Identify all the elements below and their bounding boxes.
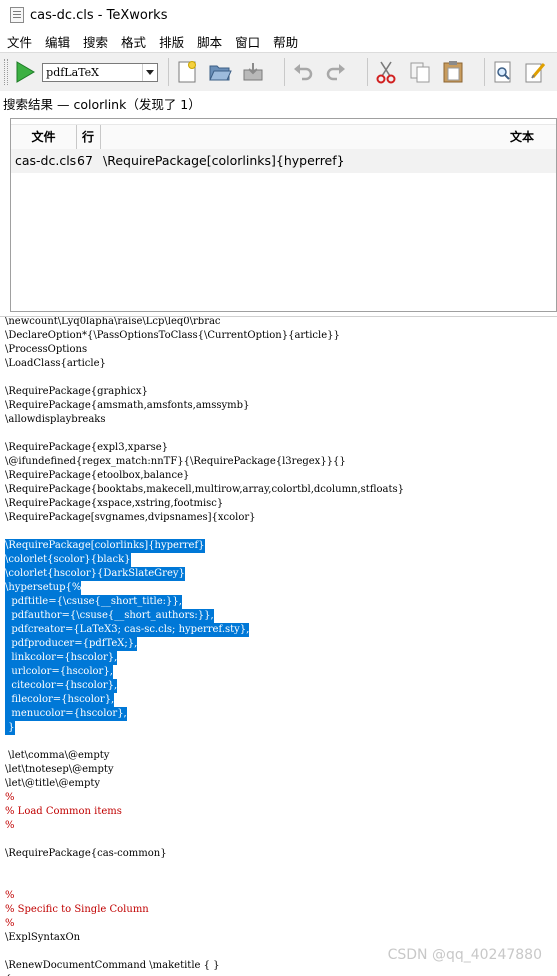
code-line: \colorlet{scolor}{black} <box>5 553 131 567</box>
replace-button[interactable] <box>524 58 548 86</box>
code-line: \hypersetup{% <box>5 581 82 595</box>
code-line: % Load Common items <box>5 806 122 817</box>
menu-typeset[interactable]: 排版 <box>152 32 190 51</box>
cut-button[interactable] <box>374 58 398 86</box>
menu-scripts[interactable]: 脚本 <box>190 32 228 51</box>
find-button[interactable] <box>491 58 515 86</box>
code-line: \RenewDocumentCommand \maketitle { } <box>5 960 220 971</box>
code-line: \let\@title\@empty <box>5 778 101 789</box>
menu-window[interactable]: 窗口 <box>228 32 266 51</box>
result-line: 67 <box>77 153 93 168</box>
paste-button[interactable] <box>441 58 465 86</box>
save-icon <box>243 63 263 81</box>
code-line: \@ifundefined{regex_match:nnTF}{\Require… <box>5 456 346 467</box>
menu-bar: 文件 编辑 搜索 格式 排版 脚本 窗口 帮助 <box>0 30 557 52</box>
code-line: \RequirePackage{expl3,xparse} <box>5 442 168 453</box>
code-line: pdfproducer={pdfTeX;}, <box>5 637 138 651</box>
code-line: \RequirePackage{etoolbox,balance} <box>5 470 190 481</box>
code-line: \colorlet{hscolor}{DarkSlateGrey} <box>5 567 185 581</box>
undo-icon <box>294 64 313 81</box>
chevron-down-icon <box>141 63 157 81</box>
redo-icon <box>327 64 346 81</box>
engine-select[interactable]: pdfLaTeX <box>42 62 158 82</box>
code-line: \RequirePackage[svgnames,dvipsnames]{xco… <box>5 512 256 523</box>
code-line: \let\comma\@empty <box>5 750 110 761</box>
undo-button[interactable] <box>291 58 315 86</box>
code-line: \RequirePackage{graphicx} <box>5 386 148 397</box>
column-header-file[interactable]: 文件 <box>11 125 77 149</box>
column-header-text[interactable]: 文本 <box>510 125 534 149</box>
code-line: \allowdisplaybreaks <box>5 414 106 425</box>
new-document-button[interactable] <box>175 58 199 86</box>
code-line: \ExplSyntaxOn <box>5 932 81 943</box>
code-line: \RequirePackage{xspace,xstring,footmisc} <box>5 498 224 509</box>
code-line: \RequirePackage{cas-common} <box>5 848 167 859</box>
code-line: \newcount\Lyq0lapha\raise\Lcp\leq0\rbrac <box>5 316 221 327</box>
toolbar-separator <box>167 58 169 86</box>
document-icon <box>10 7 24 23</box>
code-line: menucolor={hscolor}, <box>5 707 127 721</box>
toolbar-separator <box>284 58 286 86</box>
menu-edit[interactable]: 编辑 <box>38 32 76 51</box>
redo-button[interactable] <box>324 58 348 86</box>
code-line: \DeclareOption*{\PassOptionsToClass{\Cur… <box>5 330 340 341</box>
menu-format[interactable]: 格式 <box>114 32 152 51</box>
code-line: linkcolor={hscolor}, <box>5 651 118 665</box>
find-icon <box>494 61 511 83</box>
code-line: \RequirePackage{booktabs,makecell,multir… <box>5 484 404 495</box>
column-header-line[interactable]: 行 <box>76 125 101 149</box>
copy-icon <box>410 62 429 83</box>
toolbar-separator <box>367 58 369 86</box>
typeset-button[interactable] <box>14 60 36 84</box>
toolbar-separator <box>483 58 485 86</box>
copy-button[interactable] <box>407 58 431 86</box>
code-line: } <box>5 721 15 735</box>
title-bar: cas-dc.cls - TeXworks <box>0 0 557 30</box>
code-line: % <box>5 918 15 929</box>
code-line: citecolor={hscolor}, <box>5 679 118 693</box>
result-file: cas-dc.cls <box>15 153 77 168</box>
code-line: % <box>5 792 15 803</box>
window-title: cas-dc.cls - TeXworks <box>30 7 168 23</box>
watermark: CSDN @qq_40247880 <box>387 947 542 963</box>
code-line: pdftitle={\csuse{__short_title:}}, <box>5 595 182 609</box>
new-document-icon <box>178 61 196 83</box>
result-text: \RequirePackage[colorlinks]{hyperref} <box>103 153 345 168</box>
search-results-table: 文件 行 文本 cas-dc.cls 67 \RequirePackage[co… <box>10 118 557 312</box>
code-line: \ProcessOptions <box>5 344 88 355</box>
code-line: % <box>5 890 15 901</box>
code-line: \LoadClass{article} <box>5 358 106 369</box>
table-row[interactable]: cas-dc.cls 67 \RequirePackage[colorlinks… <box>11 149 556 173</box>
code-line: pdfcreator={LaTeX3; cas-sc.cls; hyperref… <box>5 623 250 637</box>
code-line: % <box>5 820 15 831</box>
menu-search[interactable]: 搜索 <box>76 32 114 51</box>
toolbar: pdfLaTeX <box>0 52 557 91</box>
code-line: \let\tnotesep\@empty <box>5 764 114 775</box>
code-line: urlcolor={hscolor}, <box>5 665 113 679</box>
code-line: filecolor={hscolor}, <box>5 693 115 707</box>
menu-file[interactable]: 文件 <box>0 32 38 51</box>
menu-help[interactable]: 帮助 <box>266 32 304 51</box>
search-results-label: 搜索结果 — colorlink（发现了 1） <box>3 97 201 112</box>
code-line: \RequirePackage[colorlinks]{hyperref} <box>5 539 205 553</box>
typeset-icon <box>16 61 35 83</box>
code-line: \RequirePackage{amsmath,amsfonts,amssymb… <box>5 400 250 411</box>
open-folder-icon <box>209 65 232 81</box>
cut-icon <box>376 61 396 84</box>
paste-icon <box>443 61 463 83</box>
code-line: pdfauthor={\csuse{__short_authors:}}, <box>5 609 214 623</box>
code-line: % Specific to Single Column <box>5 904 149 915</box>
engine-select-value: pdfLaTeX <box>46 65 99 79</box>
table-header: 文件 行 文本 <box>11 124 556 150</box>
save-button[interactable] <box>241 58 265 86</box>
code-editor[interactable]: \newcount\Lyq0lapha\raise\Lcp\leq0\rbrac… <box>0 316 557 976</box>
open-button[interactable] <box>208 58 232 86</box>
replace-icon <box>525 63 546 83</box>
toolbar-grip[interactable] <box>4 59 8 85</box>
